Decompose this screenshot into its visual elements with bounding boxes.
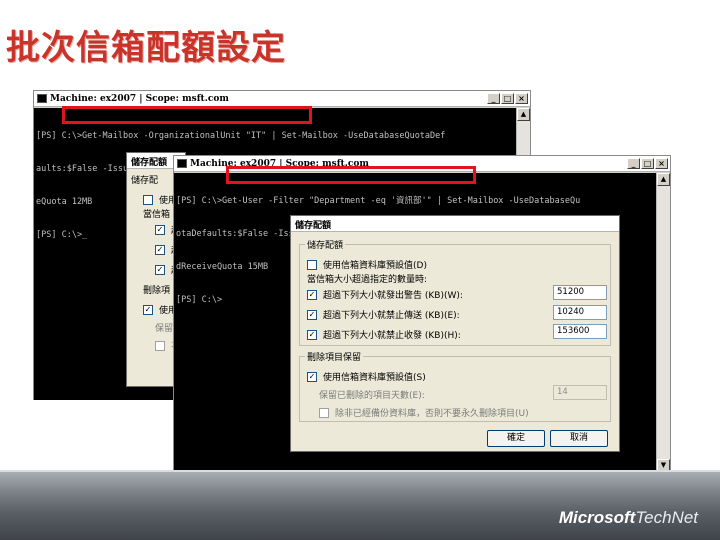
use-db-defaults-2-checkbox-row[interactable]: ✓ 使用信箱資料庫預設值(S): [307, 370, 426, 383]
minimize-button[interactable]: _: [627, 158, 640, 169]
dialog-back-checkbox-row[interactable]: 使用: [143, 193, 177, 206]
console-app-icon: [37, 94, 47, 103]
deleted-items-group-label: 刪除項目保留: [305, 350, 364, 363]
maximize-button[interactable]: □: [501, 93, 514, 104]
prohibit-send-receive-input[interactable]: 153600: [553, 324, 607, 339]
prohibit-send-checkbox[interactable]: ✓: [307, 309, 317, 320]
scroll-up-arrow-icon[interactable]: ▲: [517, 108, 530, 121]
console-titlebar[interactable]: Machine: ex2007 | Scope: msft.com _ □ ×: [34, 91, 530, 107]
ok-button[interactable]: 確定: [487, 430, 545, 447]
keep-days-label: 保留已刪除的項目天數(E):: [319, 391, 425, 401]
checkbox[interactable]: ✓: [143, 304, 153, 315]
console-app-icon: [177, 159, 187, 168]
prohibit-send-receive-checkbox[interactable]: ✓: [307, 329, 317, 340]
issue-warning-checkbox-row[interactable]: ✓ 超過下列大小就發出警告 (KB)(W):: [307, 288, 463, 301]
checkbox[interactable]: ✓: [155, 264, 165, 275]
quota-dialog: 儲存配額 儲存配額 使用信箱資料庫預設值(D) 當信箱大小超過指定的數量時: ✓…: [290, 215, 620, 452]
microsoft-technet-logo: MicrosoftTechNet: [558, 508, 698, 527]
slide-footer: [0, 470, 720, 540]
console-line: [PS] C:\>Get-Mailbox -OrganizationalUnit…: [36, 131, 446, 141]
use-db-defaults-2-checkbox[interactable]: ✓: [307, 371, 317, 382]
dialog-title: 儲存配額: [291, 216, 619, 232]
dialog-back-label: 儲存配: [131, 176, 159, 186]
keep-days-input[interactable]: 14: [553, 385, 607, 400]
use-db-defaults-checkbox[interactable]: [307, 259, 317, 270]
close-button[interactable]: ×: [515, 93, 528, 104]
use-db-defaults-checkbox-row[interactable]: 使用信箱資料庫預設值(D): [307, 258, 427, 271]
dialog-back-label: 當信箱: [143, 210, 171, 220]
minimize-button[interactable]: _: [487, 93, 500, 104]
checkbox[interactable]: ✓: [155, 244, 165, 255]
storage-quota-group-label: 儲存配額: [305, 238, 346, 251]
prohibit-send-checkbox-row[interactable]: ✓ 超過下列大小就禁止傳送 (KB)(E):: [307, 308, 460, 321]
checkbox[interactable]: ✓: [155, 224, 165, 235]
footer-divider: [0, 470, 720, 472]
issue-warning-input[interactable]: 51200: [553, 285, 607, 300]
console-title: Machine: ex2007 | Scope: msft.com: [50, 93, 229, 104]
cancel-button[interactable]: 取消: [550, 430, 608, 447]
close-button[interactable]: ×: [655, 158, 668, 169]
issue-warning-checkbox[interactable]: ✓: [307, 289, 317, 300]
console-line: [PS] C:\>Get-User -Filter "Department -e…: [176, 196, 581, 206]
checkbox[interactable]: [155, 340, 165, 351]
highlight-box: [226, 166, 476, 184]
checkbox[interactable]: [143, 194, 153, 205]
dialog-back-label: 保留: [155, 324, 174, 334]
maximize-button[interactable]: □: [641, 158, 654, 169]
console-scrollbar[interactable]: ▲ ▼: [656, 173, 670, 472]
no-delete-checkbox[interactable]: [319, 407, 329, 418]
dialog-back-checkbox-row[interactable]: ✓ 使用: [143, 303, 177, 316]
prohibit-send-receive-checkbox-row[interactable]: ✓ 超過下列大小就禁止收發 (KB)(H):: [307, 328, 461, 341]
when-exceeds-label: 當信箱大小超過指定的數量時:: [307, 275, 428, 285]
slide-title: 批次信箱配額設定: [6, 28, 286, 68]
scroll-up-arrow-icon[interactable]: ▲: [657, 173, 670, 186]
prohibit-send-input[interactable]: 10240: [553, 305, 607, 320]
no-delete-checkbox-row[interactable]: 除非已經備份資料庫，否則不要永久刪除項目(U): [319, 406, 529, 419]
dialog-back-label: 刪除項: [143, 286, 171, 296]
highlight-box: [62, 106, 312, 124]
